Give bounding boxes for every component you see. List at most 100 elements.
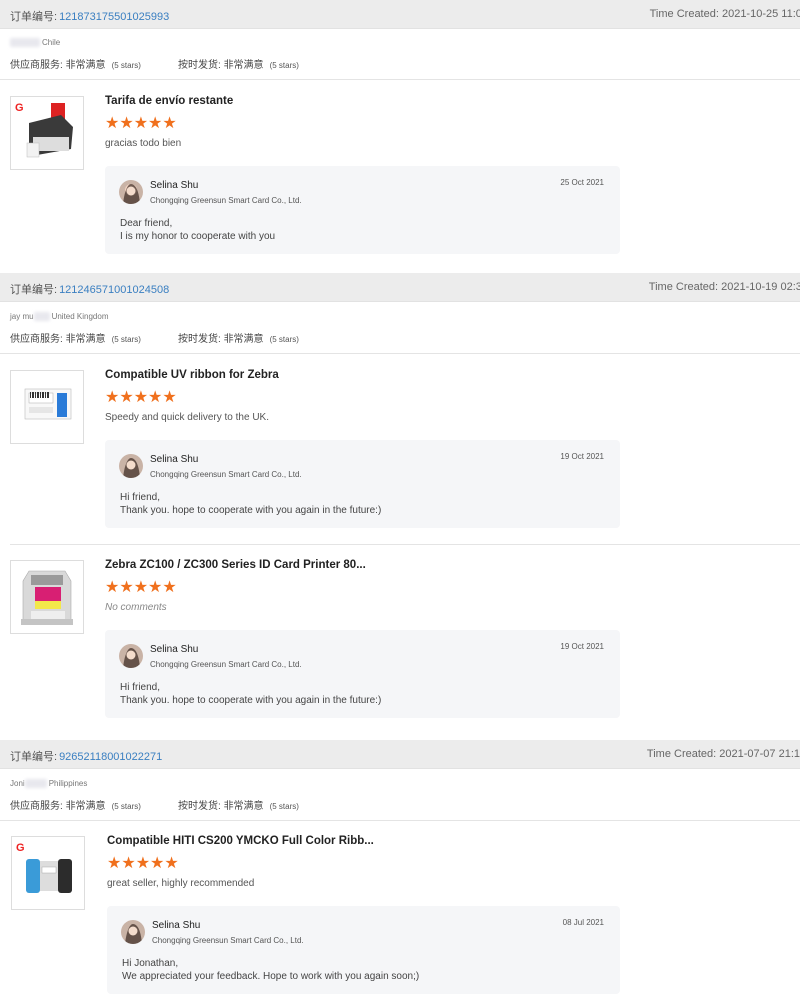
reply-text-line: Dear friend, [120, 218, 173, 229]
buyer-name: jay mu [10, 312, 34, 321]
order-time: Time Created: 2021-07-07 21:1 [646, 748, 800, 760]
supplier-service-label: 供应商服务: [10, 60, 63, 71]
buyer-info: Chile [10, 38, 61, 48]
buyer-name: Joni [10, 779, 25, 788]
order-time: Time Created: 2021-10-25 11:02 [649, 8, 800, 20]
rating-stars: ★★★★★ [107, 855, 179, 872]
shipping-stars: (5 stars) [269, 61, 299, 70]
order-number-link[interactable]: 121246571001024508 [59, 284, 169, 296]
divider [0, 820, 800, 821]
product-thumbnail[interactable] [10, 370, 84, 444]
supplier-service-label: 供应商服务: [10, 334, 63, 345]
product-thumbnail[interactable]: G [10, 96, 84, 170]
reply-author: Selina Shu [152, 920, 201, 931]
blurred-name [10, 38, 40, 48]
shipping-label: 按时发货: [178, 801, 221, 812]
rating-stars: ★★★★★ [105, 115, 177, 132]
reply-author: Selina Shu [150, 644, 199, 655]
seller-reply: Selina Shu Chongqing Greensun Smart Card… [105, 440, 620, 528]
seller-ratings: 供应商服务: 非常满意 (5 stars) 按时发货: 非常满意 (5 stars) [10, 56, 299, 71]
shipping-stars: (5 stars) [269, 335, 299, 344]
buyer-country: United Kingdom [51, 312, 109, 321]
buyer-country: Philippines [48, 779, 88, 788]
product-title[interactable]: Tarifa de envío restante [105, 95, 233, 107]
product-thumbnail[interactable] [10, 560, 84, 634]
supplier-service-stars: (5 stars) [111, 61, 141, 70]
reply-date: 19 Oct 2021 [560, 452, 604, 461]
shipping-value: 非常满意 [223, 60, 264, 71]
order-header: 订单编号: 92652118001022271 Time Created: 202… [0, 740, 800, 769]
reply-text-line: Thank you. hope to cooperate with you ag… [120, 505, 382, 516]
order-number-link[interactable]: 92652118001022271 [59, 751, 162, 763]
reply-company: Chongqing Greensun Smart Card Co., Ltd. [150, 660, 302, 669]
reply-date: 08 Jul 2021 [562, 918, 604, 927]
reply-text-line: We appreciated your feedback. Hope to wo… [122, 971, 420, 982]
avatar-photo-icon [119, 454, 143, 478]
shipping-value: 非常满意 [223, 334, 264, 345]
supplier-service-value: 非常满意 [65, 801, 106, 812]
product-title[interactable]: Zebra ZC100 / ZC300 Series ID Card Print… [105, 559, 366, 571]
shipping-value: 非常满意 [223, 801, 264, 812]
order-number-label: 订单编号: [10, 11, 58, 23]
reply-date: 25 Oct 2021 [560, 178, 604, 187]
order-number-label: 订单编号: [10, 284, 58, 296]
avatar [119, 644, 143, 668]
shipping-stars: (5 stars) [269, 802, 299, 811]
order-number-link[interactable]: 121873175501025993 [59, 11, 169, 23]
order-time: Time Created: 2021-10-19 02:30 [648, 281, 800, 293]
product-image-icon: G [16, 842, 72, 893]
reply-text-line: I is my honor to cooperate with you [120, 231, 276, 242]
supplier-service-value: 非常满意 [65, 60, 106, 71]
order-number-label: 订单编号: [10, 751, 58, 763]
product-image-icon: G [15, 102, 73, 158]
buyer-comment: great seller, highly recommended [107, 878, 255, 889]
order-header: 订单编号: 121873175501025993 Time Created: 20… [0, 0, 800, 29]
avatar-photo-icon [121, 920, 145, 944]
seller-reply: Selina Shu Chongqing Greensun Smart Card… [105, 630, 620, 718]
reply-text-line: Hi friend, [120, 492, 161, 503]
supplier-service-value: 非常满意 [65, 334, 106, 345]
product-image-icon [21, 570, 73, 625]
reply-text-line: Thank you. hope to cooperate with you ag… [120, 695, 382, 706]
reply-author: Selina Shu [150, 454, 199, 465]
shipping-label: 按时发货: [178, 334, 221, 345]
rating-stars: ★★★★★ [105, 579, 177, 596]
product-title[interactable]: Compatible HITI CS200 YMCKO Full Color R… [107, 835, 374, 847]
reply-company: Chongqing Greensun Smart Card Co., Ltd. [150, 470, 302, 479]
divider [0, 353, 800, 354]
reply-company: Chongqing Greensun Smart Card Co., Ltd. [150, 196, 302, 205]
avatar-photo-icon [119, 180, 143, 204]
seller-reply: Selina Shu Chongqing Greensun Smart Card… [105, 166, 620, 254]
seller-reply: Selina Shu Chongqing Greensun Smart Card… [107, 906, 620, 994]
divider [10, 544, 800, 545]
supplier-service-stars: (5 stars) [111, 335, 141, 344]
reply-company: Chongqing Greensun Smart Card Co., Ltd. [152, 936, 304, 945]
order-header: 订单编号: 121246571001024508 Time Created: 20… [0, 273, 800, 302]
avatar [121, 920, 145, 944]
svg-text:G: G [16, 842, 25, 854]
seller-ratings: 供应商服务: 非常满意 (5 stars) 按时发货: 非常满意 (5 stars) [10, 330, 299, 345]
buyer-comment: gracias todo bien [105, 138, 182, 149]
svg-text:G: G [15, 102, 24, 114]
buyer-comment: Speedy and quick delivery to the UK. [105, 412, 269, 423]
reply-text-line: Hi friend, [120, 682, 161, 693]
blurred-name [24, 779, 47, 789]
divider [0, 79, 800, 80]
supplier-service-label: 供应商服务: [10, 801, 63, 812]
product-thumbnail[interactable]: G [11, 836, 85, 910]
reply-date: 19 Oct 2021 [560, 642, 604, 651]
product-image-icon [24, 388, 72, 420]
shipping-label: 按时发货: [178, 60, 221, 71]
reply-author: Selina Shu [150, 180, 199, 191]
reply-text-line: Hi Jonathan, [122, 958, 179, 969]
buyer-comment: No comments [105, 602, 167, 613]
avatar-photo-icon [119, 644, 143, 668]
avatar [119, 180, 143, 204]
product-title[interactable]: Compatible UV ribbon for Zebra [105, 369, 279, 381]
avatar [119, 454, 143, 478]
rating-stars: ★★★★★ [105, 389, 177, 406]
buyer-info: jay mu United Kingdom [10, 312, 109, 322]
seller-ratings: 供应商服务: 非常满意 (5 stars) 按时发货: 非常满意 (5 stars) [10, 797, 299, 812]
buyer-country: Chile [42, 38, 61, 47]
supplier-service-stars: (5 stars) [111, 802, 141, 811]
